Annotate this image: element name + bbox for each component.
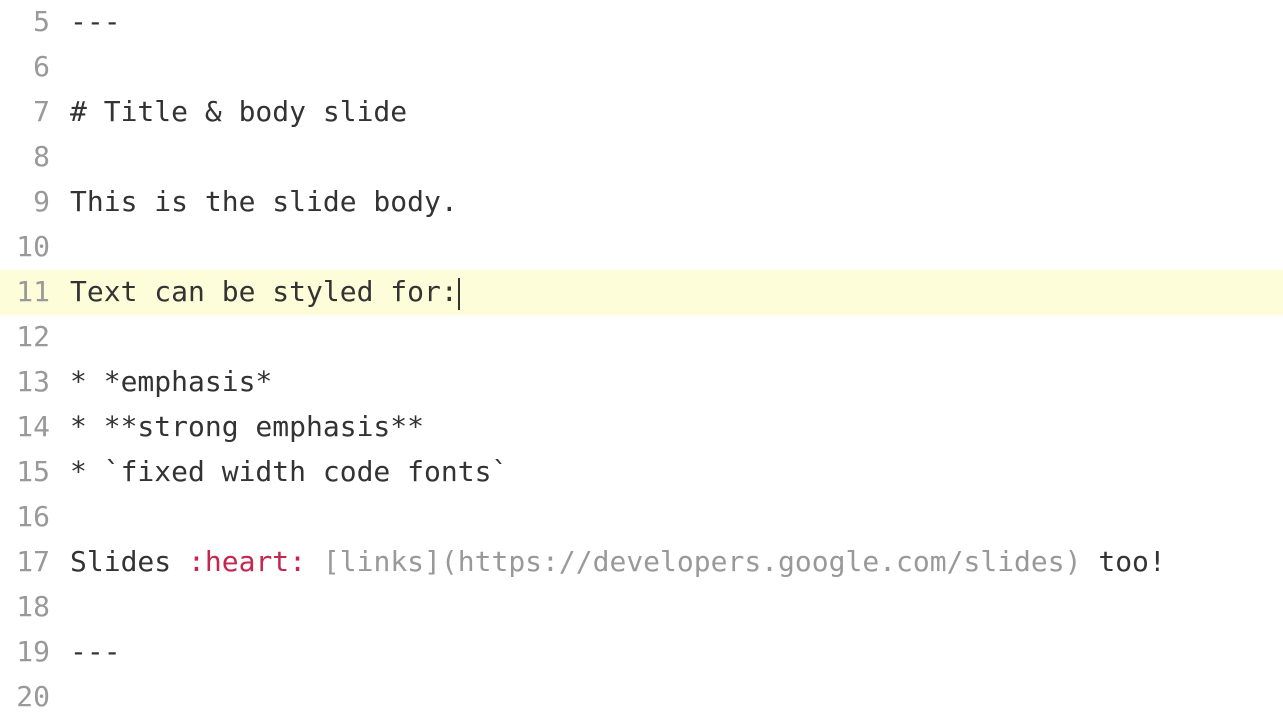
- text-segment: :heart:: [188, 545, 306, 578]
- line-number: 12: [0, 315, 70, 360]
- editor-line[interactable]: 5---: [0, 0, 1283, 45]
- text-segment: Slides: [70, 545, 188, 578]
- editor-line[interactable]: 8: [0, 135, 1283, 180]
- editor-line[interactable]: 11Text can be styled for:: [0, 270, 1283, 315]
- line-number: 17: [0, 540, 70, 585]
- text-segment: * **strong emphasis**: [70, 410, 424, 443]
- editor-line[interactable]: 17Slides :heart: [links](https://develop…: [0, 540, 1283, 585]
- editor-line[interactable]: 9This is the slide body.: [0, 180, 1283, 225]
- line-content[interactable]: ---: [70, 630, 1283, 675]
- editor-line[interactable]: 16: [0, 495, 1283, 540]
- line-content[interactable]: This is the slide body.: [70, 180, 1283, 225]
- line-content[interactable]: Text can be styled for:: [70, 270, 1283, 315]
- text-segment: [links](https://developers.google.com/sl…: [323, 545, 1082, 578]
- line-number: 14: [0, 405, 70, 450]
- line-content[interactable]: # Title & body slide: [70, 90, 1283, 135]
- line-number: 18: [0, 585, 70, 630]
- text-segment: This is the slide body.: [70, 185, 458, 218]
- editor-line[interactable]: 6: [0, 45, 1283, 90]
- text-segment: ---: [70, 5, 121, 38]
- editor-line[interactable]: 15* `fixed width code fonts`: [0, 450, 1283, 495]
- line-number: 9: [0, 180, 70, 225]
- line-number: 7: [0, 90, 70, 135]
- line-number: 13: [0, 360, 70, 405]
- text-segment: # Title & body slide: [70, 95, 407, 128]
- line-content[interactable]: ---: [70, 0, 1283, 45]
- line-number: 5: [0, 0, 70, 45]
- line-number: 15: [0, 450, 70, 495]
- text-segment: [306, 545, 323, 578]
- line-content[interactable]: * `fixed width code fonts`: [70, 450, 1283, 495]
- line-number: 19: [0, 630, 70, 675]
- text-segment: * `fixed width code fonts`: [70, 455, 508, 488]
- text-segment: ---: [70, 635, 121, 668]
- editor-line[interactable]: 19---: [0, 630, 1283, 675]
- line-content[interactable]: Slides :heart: [links](https://developer…: [70, 540, 1283, 585]
- text-segment: Text can be styled for:: [70, 275, 458, 308]
- editor-line[interactable]: 12: [0, 315, 1283, 360]
- line-number: 20: [0, 675, 70, 720]
- line-content[interactable]: * **strong emphasis**: [70, 405, 1283, 450]
- text-segment: too!: [1081, 545, 1165, 578]
- line-number: 11: [0, 270, 70, 315]
- text-cursor: [458, 278, 460, 310]
- editor-line[interactable]: 14* **strong emphasis**: [0, 405, 1283, 450]
- editor-line[interactable]: 13* *emphasis*: [0, 360, 1283, 405]
- editor-line[interactable]: 20: [0, 675, 1283, 720]
- editor-line[interactable]: 7# Title & body slide: [0, 90, 1283, 135]
- line-content[interactable]: * *emphasis*: [70, 360, 1283, 405]
- code-editor[interactable]: 5---67# Title & body slide89This is the …: [0, 0, 1283, 720]
- editor-line[interactable]: 10: [0, 225, 1283, 270]
- line-number: 8: [0, 135, 70, 180]
- text-segment: * *emphasis*: [70, 365, 272, 398]
- editor-line[interactable]: 18: [0, 585, 1283, 630]
- line-number: 6: [0, 45, 70, 90]
- line-number: 16: [0, 495, 70, 540]
- line-number: 10: [0, 225, 70, 270]
